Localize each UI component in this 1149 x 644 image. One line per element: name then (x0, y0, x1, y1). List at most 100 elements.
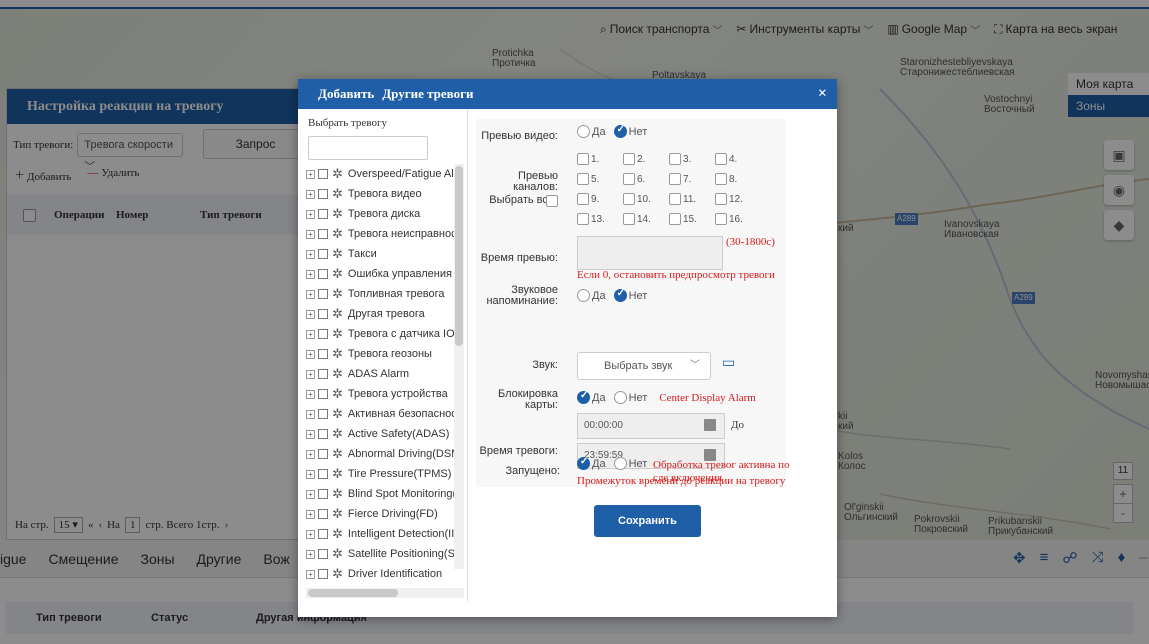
tree-item[interactable]: + ✲ Топливная тревога (306, 284, 454, 304)
tree-item[interactable]: + ✲ Тревога неисправнос (306, 224, 454, 244)
alarm-search-input[interactable] (308, 136, 428, 160)
expand-icon[interactable]: + (306, 269, 315, 279)
checkbox[interactable] (623, 193, 635, 205)
tree-item[interactable]: + ✲ Abnormal Driving(DSM (306, 444, 454, 464)
tree-item-checkbox[interactable] (318, 229, 328, 239)
time-start-input[interactable]: 00:00:00 (577, 413, 725, 439)
channel-checkbox[interactable]: 1. (577, 152, 623, 166)
tree-item[interactable]: + ✲ Тревога устройства (306, 384, 454, 404)
channel-checkbox[interactable]: 11. (669, 192, 715, 206)
channel-checkbox[interactable]: 16. (715, 212, 761, 226)
tree-horizontal-scrollbar[interactable] (306, 588, 464, 598)
tree-item-checkbox[interactable] (318, 249, 328, 259)
expand-icon[interactable]: + (306, 229, 315, 239)
expand-icon[interactable]: + (306, 489, 315, 499)
expand-icon[interactable]: + (306, 449, 315, 459)
calendar-icon[interactable] (704, 419, 716, 431)
save-button[interactable]: Сохранить (594, 505, 701, 537)
expand-icon[interactable]: + (306, 289, 315, 299)
tree-item[interactable]: + ✲ Overspeed/Fatigue Ala (306, 164, 454, 184)
channel-checkbox[interactable]: 7. (669, 172, 715, 186)
tree-item-checkbox[interactable] (318, 429, 328, 439)
channel-checkbox[interactable]: 14. (623, 212, 669, 226)
tree-item[interactable]: + ✲ Blind Spot Monitoring( (306, 484, 454, 504)
tree-item[interactable]: + ✲ Intelligent Detection(II (306, 524, 454, 544)
scroll-thumb[interactable] (455, 166, 463, 346)
enabled-yes-radio[interactable] (577, 456, 590, 470)
tree-item[interactable]: + ✲ Active Safety(ADAS) (306, 424, 454, 444)
tree-item[interactable]: + ✲ Такси (306, 244, 454, 264)
map-lock-no-radio[interactable] (613, 391, 627, 404)
tree-item-checkbox[interactable] (318, 369, 328, 379)
checkbox[interactable] (577, 173, 589, 185)
checkbox[interactable] (623, 173, 635, 185)
tree-item[interactable]: + ✲ Тревога с датчика IO (306, 324, 454, 344)
sound-reminder-yes-radio[interactable] (577, 289, 590, 302)
expand-icon[interactable]: + (306, 169, 315, 179)
channel-checkbox[interactable]: 4. (715, 152, 761, 166)
expand-icon[interactable]: + (306, 249, 315, 259)
tree-item[interactable]: + ✲ Ошибка управления (306, 264, 454, 284)
checkbox[interactable] (669, 193, 681, 205)
checkbox[interactable] (577, 153, 589, 165)
checkbox[interactable] (623, 153, 635, 165)
checkbox[interactable] (669, 213, 681, 225)
channel-checkbox[interactable]: 6. (623, 172, 669, 186)
preview-video-yes-radio[interactable] (577, 125, 590, 138)
channel-checkbox[interactable]: 10. (623, 192, 669, 206)
tree-item-checkbox[interactable] (318, 349, 328, 359)
checkbox[interactable] (577, 193, 589, 205)
channel-checkbox[interactable]: 12. (715, 192, 761, 206)
tree-item[interactable]: + ✲ Тревога диска (306, 204, 454, 224)
expand-icon[interactable]: + (306, 329, 315, 339)
tree-item[interactable]: + ✲ Tire Pressure(TPMS) (306, 464, 454, 484)
scroll-thumb[interactable] (308, 589, 398, 597)
expand-icon[interactable]: + (306, 389, 315, 399)
preview-time-input[interactable] (577, 236, 723, 270)
sound-reminder-no-radio[interactable] (613, 288, 627, 302)
tree-item-checkbox[interactable] (318, 449, 328, 459)
channel-checkbox[interactable]: 9. (577, 192, 623, 206)
expand-icon[interactable]: + (306, 549, 315, 559)
tree-item-checkbox[interactable] (318, 409, 328, 419)
checkbox[interactable] (669, 173, 681, 185)
expand-icon[interactable]: + (306, 309, 315, 319)
tree-vertical-scrollbar[interactable] (454, 164, 464, 569)
checkbox[interactable] (623, 213, 635, 225)
sound-select[interactable]: Выбрать звук ﹀ (577, 352, 711, 380)
expand-icon[interactable]: + (306, 509, 315, 519)
tree-item[interactable]: + ✲ ADAS Alarm (306, 364, 454, 384)
channel-checkbox[interactable]: 5. (577, 172, 623, 186)
channel-checkbox[interactable]: 2. (623, 152, 669, 166)
tree-item-checkbox[interactable] (318, 209, 328, 219)
tree-item[interactable]: + ✲ Активная безопаснос (306, 404, 454, 424)
checkbox[interactable] (715, 193, 727, 205)
expand-icon[interactable]: + (306, 349, 315, 359)
expand-icon[interactable]: + (306, 529, 315, 539)
tree-item-checkbox[interactable] (318, 169, 328, 179)
expand-icon[interactable]: + (306, 569, 315, 579)
monitor-icon[interactable]: ▭ (722, 354, 735, 371)
channel-checkbox[interactable]: 3. (669, 152, 715, 166)
tree-item-checkbox[interactable] (318, 269, 328, 279)
tree-item-checkbox[interactable] (318, 389, 328, 399)
preview-video-no-radio[interactable] (613, 124, 627, 138)
tree-item-checkbox[interactable] (318, 549, 328, 559)
tree-item[interactable]: + ✲ Другая тревога (306, 304, 454, 324)
map-lock-yes-radio[interactable] (577, 390, 590, 404)
channel-checkbox[interactable]: 13. (577, 212, 623, 226)
channel-checkbox[interactable]: 15. (669, 212, 715, 226)
expand-icon[interactable]: + (306, 409, 315, 419)
tree-item-checkbox[interactable] (318, 329, 328, 339)
tree-item[interactable]: + ✲ Satellite Positioning(SF (306, 544, 454, 564)
tree-item-checkbox[interactable] (318, 509, 328, 519)
checkbox[interactable] (577, 213, 589, 225)
enabled-no-radio[interactable] (613, 457, 627, 470)
tree-item[interactable]: + ✲ Тревога геозоны (306, 344, 454, 364)
tree-item[interactable]: + ✲ Fierce Driving(FD) (306, 504, 454, 524)
tree-item-checkbox[interactable] (318, 529, 328, 539)
expand-icon[interactable]: + (306, 429, 315, 439)
channel-checkbox[interactable]: 8. (715, 172, 761, 186)
tree-item-checkbox[interactable] (318, 309, 328, 319)
checkbox[interactable] (715, 153, 727, 165)
